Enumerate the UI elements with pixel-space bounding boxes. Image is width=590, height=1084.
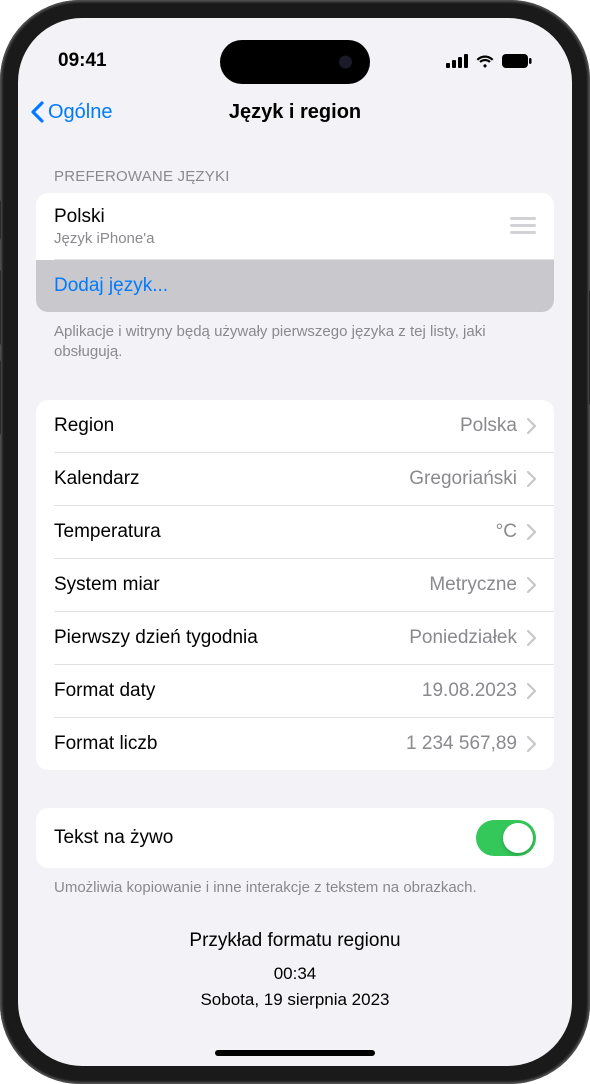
- measurement-value: Metryczne: [429, 574, 517, 596]
- chevron-right-icon: [527, 577, 536, 593]
- cellular-icon: [446, 54, 468, 68]
- first-day-label: Pierwszy dzień tygodnia: [54, 626, 409, 650]
- region-row[interactable]: Region Polska: [36, 400, 554, 452]
- number-format-row[interactable]: Format liczb 1 234 567,89: [36, 718, 554, 770]
- number-format-label: Format liczb: [54, 732, 406, 756]
- region-settings-list: Region Polska Kalendarz Gregoriański Tem…: [36, 400, 554, 770]
- live-text-toggle[interactable]: [476, 820, 536, 856]
- home-indicator[interactable]: [215, 1050, 375, 1056]
- chevron-right-icon: [527, 683, 536, 699]
- battery-icon: [502, 54, 532, 68]
- calendar-row[interactable]: Kalendarz Gregoriański: [36, 453, 554, 505]
- example-title: Przykład formatu regionu: [36, 927, 554, 956]
- region-format-example: Przykład formatu regionu 00:34 Sobota, 1…: [36, 927, 554, 1013]
- dynamic-island: [220, 40, 370, 84]
- chevron-right-icon: [527, 630, 536, 646]
- language-row-primary[interactable]: Polski Język iPhone'a: [36, 193, 554, 259]
- live-text-row: Tekst na żywo: [36, 808, 554, 868]
- number-format-value: 1 234 567,89: [406, 733, 517, 755]
- temperature-value: °C: [496, 521, 517, 543]
- region-value: Polska: [460, 415, 517, 437]
- page-title: Język i region: [229, 101, 361, 124]
- chevron-right-icon: [527, 418, 536, 434]
- language-name: Polski: [54, 205, 510, 229]
- back-label: Ogólne: [48, 101, 113, 124]
- temperature-label: Temperatura: [54, 520, 496, 544]
- example-time: 00:34: [36, 961, 554, 987]
- add-language-button[interactable]: Dodaj język...: [36, 260, 554, 312]
- chevron-left-icon: [30, 101, 44, 123]
- chevron-right-icon: [527, 471, 536, 487]
- temperature-row[interactable]: Temperatura °C: [36, 506, 554, 558]
- chevron-right-icon: [527, 736, 536, 752]
- first-day-row[interactable]: Pierwszy dzień tygodnia Poniedziałek: [36, 612, 554, 664]
- live-text-label: Tekst na żywo: [54, 826, 476, 850]
- live-text-card: Tekst na żywo: [36, 808, 554, 868]
- date-format-value: 19.08.2023: [422, 680, 517, 702]
- nav-bar: Ogólne Język i region: [18, 86, 572, 138]
- calendar-label: Kalendarz: [54, 467, 409, 491]
- date-format-row[interactable]: Format daty 19.08.2023: [36, 665, 554, 717]
- measurement-label: System miar: [54, 573, 429, 597]
- add-language-label: Dodaj język...: [54, 275, 168, 297]
- wifi-icon: [475, 54, 495, 68]
- languages-header: PREFEROWANE JĘZYKI: [36, 138, 554, 193]
- chevron-right-icon: [527, 524, 536, 540]
- first-day-value: Poniedziałek: [409, 627, 517, 649]
- region-label: Region: [54, 414, 460, 438]
- drag-handle-icon[interactable]: [510, 217, 536, 234]
- languages-list: Polski Język iPhone'a Dodaj język...: [36, 193, 554, 312]
- language-subtitle: Język iPhone'a: [54, 230, 510, 247]
- measurement-row[interactable]: System miar Metryczne: [36, 559, 554, 611]
- date-format-label: Format daty: [54, 679, 422, 703]
- status-time: 09:41: [58, 50, 107, 72]
- example-date: Sobota, 19 sierpnia 2023: [36, 987, 554, 1013]
- languages-footer: Aplikacje i witryny będą używały pierwsz…: [36, 312, 554, 363]
- calendar-value: Gregoriański: [409, 468, 517, 490]
- live-text-footer: Umożliwia kopiowanie i inne interakcje z…: [36, 868, 554, 898]
- back-button[interactable]: Ogólne: [30, 101, 113, 124]
